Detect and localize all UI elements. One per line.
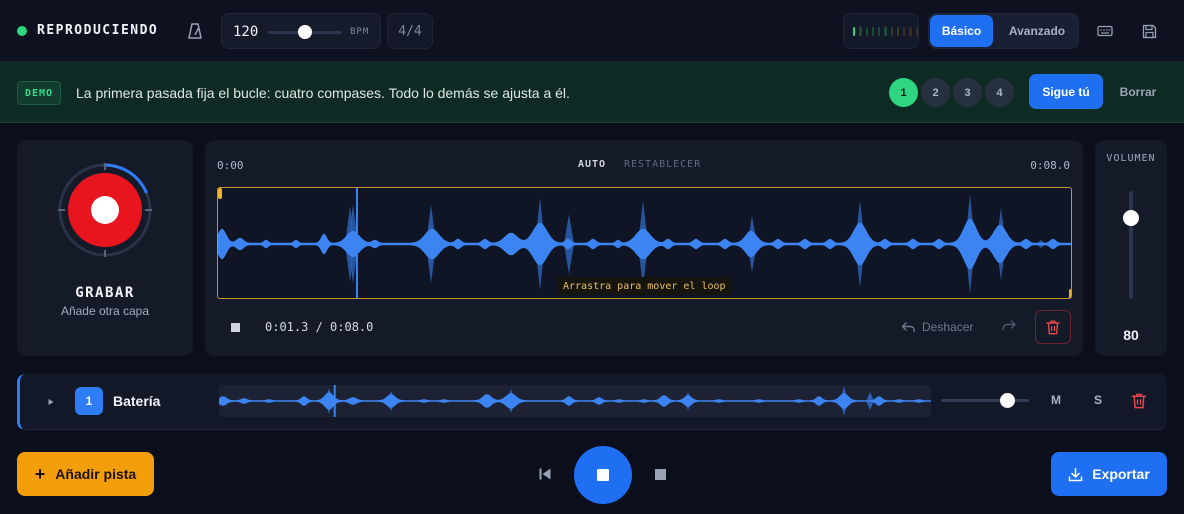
undo-button[interactable]: Deshacer [901, 318, 973, 336]
save-icon [1142, 24, 1156, 38]
step-4-button[interactable]: 4 [985, 78, 1014, 107]
step-2-button[interactable]: 2 [921, 78, 950, 107]
level-meter-segment [890, 26, 893, 36]
mute-button[interactable]: M [1051, 393, 1061, 407]
loop-handle[interactable] [218, 188, 222, 199]
trash-icon [1046, 320, 1060, 334]
volume-slider-handle[interactable] [1123, 210, 1139, 226]
metronome-button[interactable] [184, 20, 206, 42]
record-panel: GRABAR Añade otra capa [17, 140, 193, 356]
demo-banner: DEMO La primera pasada fija el bucle: cu… [0, 62, 1184, 123]
record-button[interactable] [57, 162, 153, 258]
metronome-icon [188, 23, 202, 39]
volume-value: 80 [1123, 327, 1139, 343]
bpm-slider-handle[interactable] [298, 25, 312, 39]
clear-button[interactable]: Borrar [1110, 74, 1166, 109]
delete-loop-button[interactable] [1035, 310, 1071, 344]
download-icon [1068, 467, 1083, 481]
bpm-value[interactable]: 120 [233, 24, 258, 40]
mode-toggle: Básico Avanzado [928, 13, 1079, 49]
mode-advanced-button[interactable]: Avanzado [997, 15, 1077, 47]
loop-end-time: 0:08.0 [1030, 159, 1070, 172]
track-number-badge: 1 [75, 387, 103, 415]
step-1-button[interactable]: 1 [889, 78, 918, 107]
save-button[interactable] [1137, 19, 1161, 43]
export-label: Exportar [1092, 466, 1150, 482]
preview-stop-button[interactable] [231, 323, 240, 332]
volume-slider-track[interactable] [1129, 191, 1133, 299]
track-volume-slider-handle[interactable] [1000, 393, 1015, 408]
plus-icon: + [34, 464, 46, 484]
step-3-button[interactable]: 3 [953, 78, 982, 107]
level-meter-segment [878, 26, 881, 36]
track-name: Batería [113, 393, 161, 409]
loop-handle[interactable] [1069, 289, 1072, 299]
export-button[interactable]: Exportar [1051, 452, 1167, 496]
level-meter-segment [865, 26, 868, 36]
end-stop-button[interactable] [655, 469, 666, 480]
reset-button[interactable]: RESTABLECER [624, 159, 701, 170]
top-bar: REPRODUCIENDO 120 BPM 4/4 Básico Avanzad… [0, 0, 1184, 62]
track-volume-slider-track[interactable] [941, 399, 1029, 402]
bpm-unit: BPM [350, 27, 370, 37]
waveform-shape [219, 392, 931, 410]
level-meter-segment [903, 26, 906, 36]
time-signature-button[interactable]: 4/4 [387, 13, 433, 49]
track-row: 1 Batería M S [17, 374, 1167, 430]
keyboard-icon [1097, 25, 1113, 37]
playback-position: 0:01.3 / 0:08.0 [265, 320, 374, 334]
level-meter-segment [871, 26, 875, 36]
stop-icon [597, 469, 609, 481]
loop-start-time: 0:00 [217, 159, 244, 172]
keyboard-button[interactable] [1093, 19, 1117, 43]
mode-basic-button[interactable]: Básico [930, 15, 993, 47]
undo-icon [901, 322, 915, 333]
level-meter-segment [884, 26, 887, 36]
redo-button[interactable] [1001, 318, 1019, 336]
redo-icon [1002, 320, 1016, 331]
track-waveform[interactable] [219, 385, 931, 417]
auto-button[interactable]: AUTO [578, 159, 606, 170]
tempo-control: 120 BPM [221, 13, 381, 49]
level-meter-segment [896, 26, 900, 36]
track-waveform-graphic [219, 385, 931, 417]
level-meter [843, 13, 919, 49]
follow-button[interactable]: Sigue tú [1029, 74, 1103, 109]
stop-button[interactable] [574, 446, 632, 504]
drag-hint-tooltip: Arrastra para mover el loop [557, 277, 732, 295]
level-meter-segment [915, 26, 918, 36]
trash-icon[interactable] [1131, 393, 1147, 409]
undo-label: Deshacer [922, 320, 974, 334]
level-meter-segment [859, 26, 862, 36]
volume-label: VOLUMEN [1106, 153, 1156, 164]
banner-message: La primera pasada fija el bucle: cuatro … [76, 85, 570, 101]
level-meter-segment [909, 26, 912, 36]
skip-back-icon[interactable] [538, 467, 552, 481]
record-label: GRABAR [75, 285, 135, 301]
volume-panel: VOLUMEN 80 [1095, 140, 1167, 356]
level-meter-segment [853, 26, 856, 36]
add-track-button[interactable]: + Añadir pista [17, 452, 154, 496]
solo-button[interactable]: S [1094, 393, 1102, 407]
record-sublabel: Añade otra capa [60, 304, 150, 318]
loop-editor-panel: 0:00 AUTO RESTABLECER 0:08.0 Arrastra pa… [205, 140, 1083, 356]
demo-badge: DEMO [17, 81, 61, 105]
play-icon[interactable] [46, 396, 56, 408]
playback-status: REPRODUCIENDO [37, 23, 159, 38]
add-track-label: Añadir pista [55, 466, 137, 482]
status-indicator-icon [17, 26, 27, 36]
